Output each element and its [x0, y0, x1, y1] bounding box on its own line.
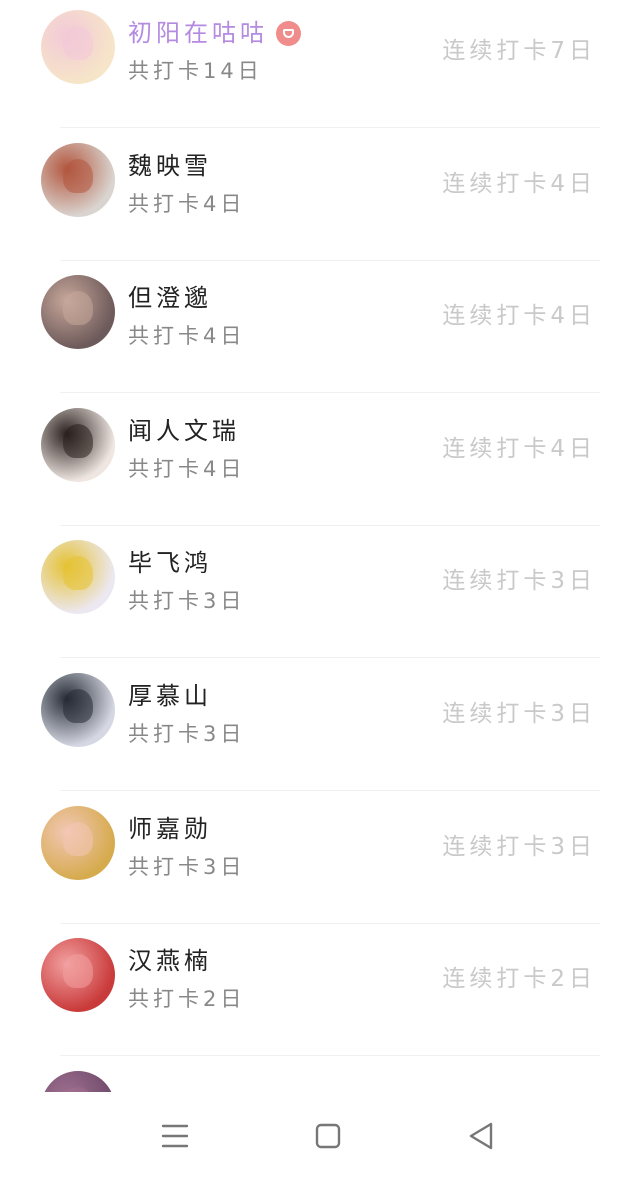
blurred-photo-avatar-icon: [63, 291, 93, 325]
menu-icon: [161, 1124, 189, 1148]
user-name: 汉燕楠: [128, 947, 212, 975]
list-item[interactable]: 师嘉勋共打卡3日 连续打卡3日: [0, 792, 640, 924]
total-checkin-count: 共打卡4日: [128, 324, 246, 348]
list-item[interactable]: 魏映雪共打卡4日 连续打卡4日: [0, 129, 640, 261]
streak-checkin-count: 连续打卡3日: [442, 701, 596, 727]
anime-girl-avatar-icon: [63, 26, 93, 60]
checkin-ranking-list: 初阳在咕咕 共打卡14日 连续打卡7日 魏映雪 共打卡4日 连续打卡4日 但澄邈 共打卡4日连…: [0, 0, 640, 1092]
total-checkin-count: 共打卡3日: [128, 722, 246, 746]
girl-portrait-avatar-icon: [63, 424, 93, 458]
row-divider: [60, 657, 600, 658]
user-name: 但澄邈: [128, 284, 212, 312]
back-triangle-icon: [469, 1122, 493, 1150]
menu-button[interactable]: [153, 1114, 197, 1158]
avatar[interactable]: [41, 143, 115, 217]
list-item[interactable]: 但澄邈共打卡4日 连续打卡4日: [0, 261, 640, 393]
cartoon-baby-avatar-icon: [63, 822, 93, 856]
list-item[interactable]: 汉燕楠共打卡2日 连续打卡2日: [0, 924, 640, 1056]
streak-checkin-count: 连续打卡4日: [442, 303, 596, 329]
streak-checkin-count: 连续打卡7日: [442, 38, 596, 64]
streak-checkin-count: 连续打卡2日: [442, 966, 596, 992]
total-checkin-count: 共打卡3日: [128, 855, 246, 879]
back-button[interactable]: [459, 1114, 503, 1158]
streak-checkin-count: 连续打卡3日: [442, 568, 596, 594]
home-button[interactable]: [306, 1114, 350, 1158]
total-checkin-count: 共打卡3日: [128, 589, 246, 613]
avatar[interactable]: [41, 938, 115, 1012]
list-item[interactable]: 闻人文瑞共打卡4日 连续打卡4日: [0, 394, 640, 526]
total-checkin-count: 共打卡4日: [128, 192, 246, 216]
row-divider: [60, 1055, 600, 1056]
system-navigation-bar: [0, 1092, 640, 1180]
fila-poster-avatar-icon: [63, 556, 93, 590]
avatar[interactable]: [41, 275, 115, 349]
red-track-avatar-icon: [63, 954, 93, 988]
masked-man-avatar-icon: [63, 689, 93, 723]
row-divider: [60, 127, 600, 128]
total-checkin-count: 共打卡14日: [128, 59, 263, 83]
list-item[interactable]: 毕飞鸿共打卡3日 连续打卡3日: [0, 526, 640, 658]
vip-diamond-icon: [276, 21, 301, 46]
user-name: 厚慕山: [128, 682, 212, 710]
pinup-figure-avatar-icon: [63, 159, 93, 193]
avatar[interactable]: [41, 806, 115, 880]
list-item[interactable]: 厚慕山共打卡3日 连续打卡3日: [0, 659, 640, 791]
user-name: 初阳在咕咕: [128, 19, 268, 47]
row-divider: [60, 790, 600, 791]
avatar[interactable]: [41, 540, 115, 614]
row-divider: [60, 392, 600, 393]
total-checkin-count: 共打卡4日: [128, 457, 246, 481]
avatar[interactable]: [41, 1071, 115, 1092]
avatar[interactable]: [41, 10, 115, 84]
avatar[interactable]: [41, 408, 115, 482]
streak-checkin-count: 连续打卡3日: [442, 834, 596, 860]
total-checkin-count: 共打卡2日: [128, 987, 246, 1011]
list-item[interactable]: 初阳在咕咕共打卡14日 连续打卡7日: [0, 0, 640, 128]
avatar[interactable]: [41, 673, 115, 747]
list-item[interactable]: [0, 1057, 640, 1092]
user-name: 师嘉勋: [128, 815, 212, 843]
streak-checkin-count: 连续打卡4日: [442, 171, 596, 197]
user-name: 毕飞鸿: [128, 549, 212, 577]
user-name: 魏映雪: [128, 152, 212, 180]
home-square-icon: [315, 1123, 341, 1149]
user-name: 闻人文瑞: [128, 417, 240, 445]
streak-checkin-count: 连续打卡4日: [442, 436, 596, 462]
